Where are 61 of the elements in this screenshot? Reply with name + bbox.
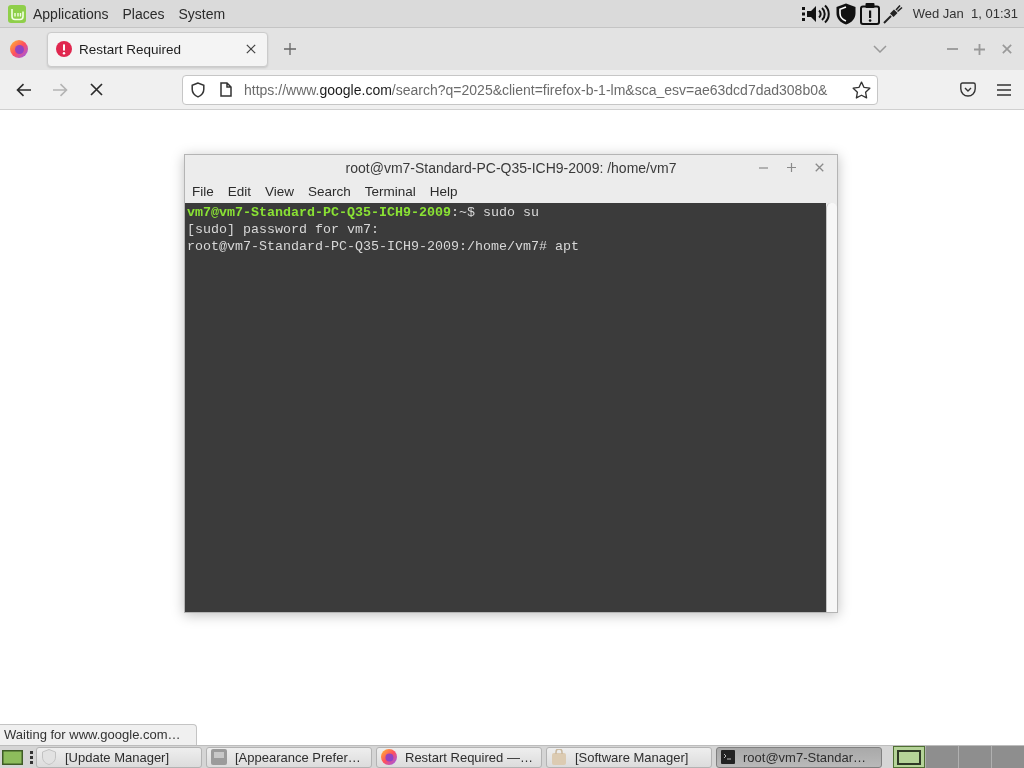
minimize-icon (758, 166, 768, 169)
url-field[interactable]: https://www.google.com/search?q=2025&client=firefox-b-1-lm&sca_esv=ae63dcd7dad308b0& (182, 74, 878, 105)
plug-icon[interactable] (882, 3, 903, 24)
star-icon[interactable] (852, 80, 871, 99)
terminal-line: vm7@vm7-Standard-PC-Q35-ICH9-2009:~$ sudo su (187, 204, 540, 221)
taskbar-button[interactable]: root@vm7-Standar… (716, 746, 882, 768)
menu-item[interactable]: Edit (220, 180, 259, 203)
maximize-icon (973, 43, 985, 55)
back-arrow-icon (16, 82, 32, 97)
maximize-icon (786, 163, 796, 172)
browser-tab[interactable]: Restart Required (47, 31, 268, 67)
bag-icon (551, 749, 567, 765)
forward-arrow-icon (52, 82, 68, 97)
clock[interactable]: Wed Jan 1, 01:31 (912, 6, 1018, 21)
taskbar-button[interactable]: [Update Manager] (36, 746, 202, 768)
desktop-icon (1, 749, 23, 765)
close-icon (814, 163, 824, 172)
close-icon (246, 44, 256, 54)
tab-label: Restart Required (79, 41, 183, 57)
workspace-thumbnail[interactable] (992, 746, 1024, 768)
error-icon (56, 41, 72, 57)
tile-icon (211, 749, 227, 765)
clipboard-alert-icon[interactable] (859, 2, 880, 25)
page-icon[interactable] (220, 82, 232, 97)
taskbar-button[interactable]: Restart Required —… (376, 746, 542, 768)
panel-handle-icon[interactable] (30, 750, 33, 764)
window-preview (897, 749, 921, 765)
menu-item[interactable]: Help (422, 180, 465, 203)
taskbar-button[interactable]: [Software Manager] (546, 746, 712, 768)
chevron-down-icon (873, 45, 887, 53)
workspace-thumbnail[interactable] (926, 746, 958, 768)
volume-icon[interactable] (801, 3, 832, 24)
shield-icon[interactable] (191, 81, 205, 98)
panel-menu[interactable]: Places (115, 1, 172, 26)
status-tooltip: Waiting for www.google.com… (0, 724, 197, 745)
minimize-icon (946, 48, 958, 50)
menu-item[interactable]: Terminal (357, 180, 423, 203)
workspace-thumbnail[interactable] (959, 746, 991, 768)
scrollbar[interactable] (826, 203, 837, 612)
workspace-thumbnail[interactable] (893, 746, 925, 768)
terminal-output[interactable]: vm7@vm7-Standard-PC-Q35-ICH9-2009:~$ sudo su [sudo] password for vm7: root@vm7-Standard-PC-Q35-ICH9-2009:/home/vm7# apt (185, 203, 826, 612)
menu-item[interactable]: View (258, 180, 302, 203)
browser-icon[interactable] (10, 40, 28, 58)
shield-icon[interactable] (834, 2, 857, 25)
terminal-icon (721, 750, 735, 764)
menu-item[interactable]: File (185, 180, 221, 203)
panel-menu[interactable]: Applications (26, 1, 116, 26)
terminal-line: root@vm7-Standard-PC-Q35-ICH9-2009:/home/vm7# apt (187, 238, 580, 255)
close-icon (1002, 44, 1012, 54)
stop-icon (89, 83, 103, 96)
shield-chevron-icon (960, 82, 976, 97)
menu-item[interactable]: Search (301, 180, 358, 203)
terminal-line: [sudo] password for vm7: (187, 221, 380, 238)
url-text: https://www.google.com/search?q=2025&client=firefox-b-1-lm&sca_esv=ae63dcd7dad308b0& (244, 81, 829, 98)
shield-icon (41, 749, 57, 765)
plus-icon (284, 43, 296, 55)
menu-icon (997, 83, 1011, 96)
window-title: root@vm7-Standard-PC-Q35-ICH9-2009: /home/vm7 (345, 159, 677, 176)
taskbar-button[interactable]: [Appearance Prefer… (206, 746, 372, 768)
panel-menu[interactable]: System (171, 1, 233, 26)
browser-icon (381, 749, 397, 765)
